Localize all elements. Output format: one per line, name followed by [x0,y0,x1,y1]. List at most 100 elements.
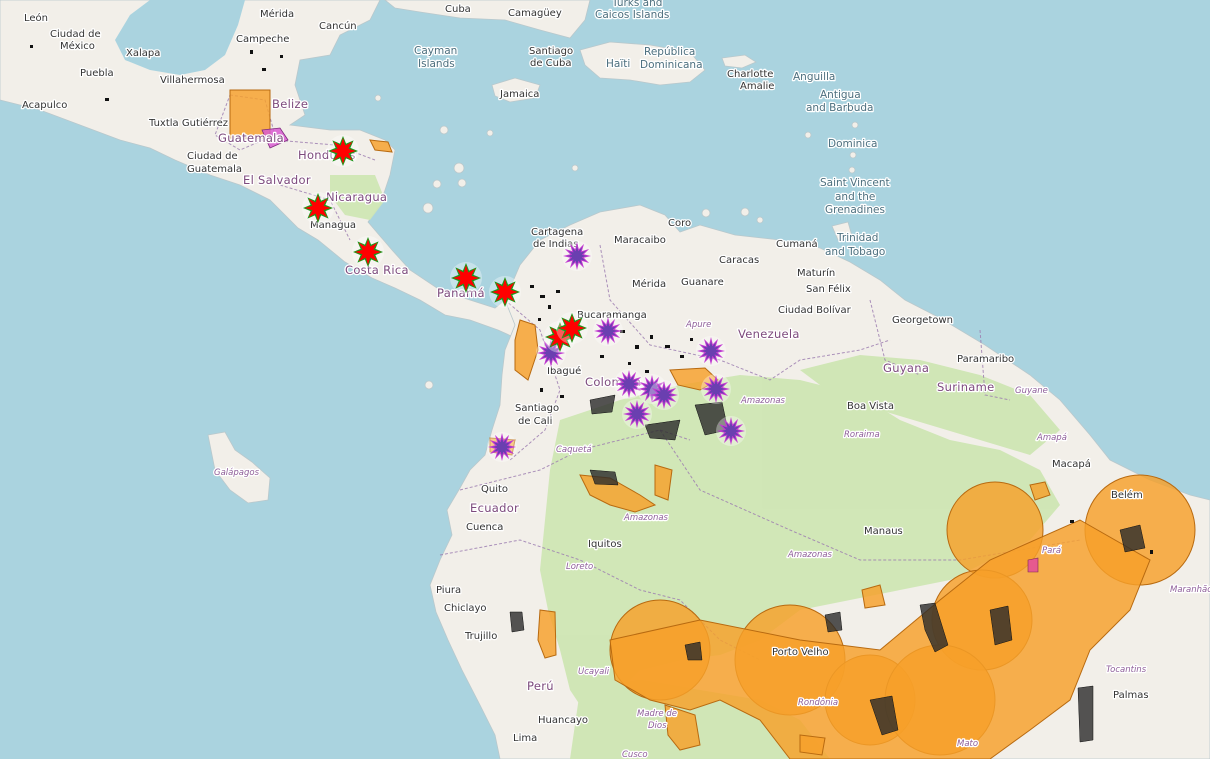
dot [548,305,551,309]
dot [538,318,541,321]
seas-label: and the [835,191,875,203]
regions-label: Amazonas [623,513,669,523]
regions-label: Rondônia [798,697,838,708]
red-star-marker[interactable] [302,192,334,224]
red-star-marker[interactable] [489,276,521,308]
regions-label: Madre de [637,709,677,719]
regions-label: Maranhão [1170,585,1210,595]
island [701,208,711,218]
purple-star-marker[interactable] [622,399,652,429]
cities-label: Puebla [80,68,114,79]
regions-label: Amapá [1036,433,1067,443]
cities-label: Ciudad de [187,151,238,162]
dot [665,345,670,348]
seas-label: Dominica [828,138,877,150]
regions-label: Caquetá [556,445,592,455]
purple-star-marker[interactable] [487,432,517,462]
cities-label: Belém [1111,489,1143,501]
dot [540,295,545,298]
cities-label: Campeche [236,34,289,45]
countries-label: Perú [527,679,554,693]
island [804,131,812,139]
purple-star-marker[interactable] [701,374,731,404]
dot [1150,550,1153,554]
seas-label: Haïti [606,58,630,70]
dot [556,290,560,293]
cities-label: Tuxtla Gutiérrez [148,117,228,129]
map-canvas[interactable]: CaymanIslands RepúblicaDominicana Haïti Tur… [0,0,1210,759]
seas-label: Saint Vincent [820,177,890,189]
cities-label: Mérida [260,8,294,20]
regions-label: Loreto [566,562,593,572]
seas-label: República [644,46,695,58]
regions-label: Dios [648,721,667,731]
cities-label: Quito [481,484,508,495]
cities-label: Maturín [797,267,835,279]
cities-label: Ciudad de [50,29,101,40]
cities-label: de Cuba [530,58,571,69]
cities-label: Coro [668,218,691,229]
cities-label: Macapá [1052,458,1091,470]
cities-label: Camagüey [508,8,562,19]
seas-label: Caicos Islands [595,9,669,21]
island [453,162,465,174]
cities-label: Guatemala [187,164,242,175]
red-star-marker[interactable] [556,312,588,344]
island [851,121,859,129]
cities-label: Piura [436,585,461,596]
red-star-marker[interactable] [352,236,384,268]
island [432,179,442,189]
cities-label: Amalie [740,81,774,92]
cities-label: Cartagena [531,227,583,238]
seas-label: Antigua [820,89,861,101]
red-star-marker[interactable] [327,135,359,167]
cities-label: Cuba [445,4,471,15]
island [849,151,857,159]
dot [650,335,653,339]
countries-label: Ecuador [470,501,519,515]
dot [680,355,684,358]
red-star-marker[interactable] [450,262,482,294]
red-star-core [305,195,331,221]
dark-patch[interactable] [509,611,525,633]
countries-label: El Salvador [243,173,311,187]
regions-label: Pará [1042,546,1061,556]
cities-label: Caracas [719,255,759,266]
countries-label: Venezuela [738,327,800,341]
cities-label: Cumaná [776,238,818,250]
cities-label: Cuenca [466,522,503,533]
cities-label: Villahermosa [160,75,225,86]
red-star-core [330,138,356,164]
purple-star-marker[interactable] [716,416,746,446]
seas-label: Trinidad [836,232,878,244]
regions-label: Apure [685,320,711,330]
dot [540,388,543,392]
dark-patch[interactable] [1077,685,1094,743]
cities-label: Santiago [515,403,559,414]
dot [280,55,283,58]
dot [645,370,649,373]
red-star-core [559,315,585,341]
cities-label: Boa Vista [847,401,894,412]
cities-label: Xalapa [126,48,160,59]
dot [105,98,109,101]
island [422,202,434,214]
countries-label: Suriname [937,380,995,394]
purple-star-marker[interactable] [649,380,679,410]
dark-patch[interactable] [824,611,843,633]
purple-star-marker[interactable] [593,316,623,346]
cities-label: Maracaibo [614,235,666,246]
island [486,129,494,137]
dark-patch[interactable] [684,641,703,661]
seas-label: Grenadines [825,204,885,216]
purple-star-marker[interactable] [696,336,726,366]
pink-patch[interactable] [1027,557,1039,573]
cities-label: Huancayo [538,715,588,726]
regions-label: Amazonas [740,396,786,406]
countries-label: Nicaragua [326,190,387,204]
dot [690,338,693,341]
purple-star-marker[interactable] [562,241,592,271]
aoi-patch[interactable] [799,734,826,756]
cities-label: Trujillo [464,631,497,642]
countries-label: Guatemala [218,131,284,145]
